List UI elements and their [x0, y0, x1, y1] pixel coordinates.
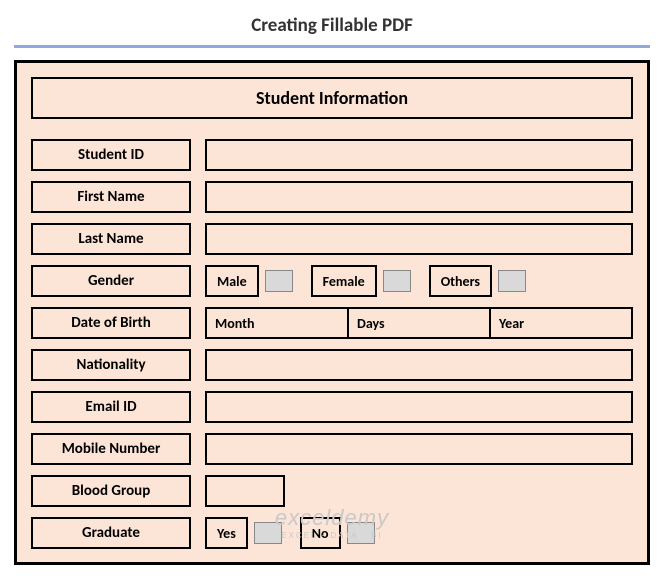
gender-female-label: Female [311, 265, 377, 297]
gender-female-checkbox[interactable] [383, 270, 411, 292]
row-blood-group: Blood Group [31, 475, 633, 507]
gender-male: Male [205, 265, 293, 297]
section-title: Student Information [31, 77, 633, 119]
gender-options: Male Female Others [205, 265, 633, 297]
graduate-no: No [300, 517, 375, 549]
field-mobile[interactable] [205, 433, 633, 465]
graduate-yes: Yes [205, 517, 282, 549]
graduate-yes-checkbox[interactable] [254, 522, 282, 544]
label-graduate: Graduate [31, 517, 191, 549]
label-email: Email ID [31, 391, 191, 423]
graduate-no-checkbox[interactable] [347, 522, 375, 544]
gender-others-checkbox[interactable] [498, 270, 526, 292]
row-first-name: First Name [31, 181, 633, 213]
row-graduate: Graduate Yes No [31, 517, 633, 549]
row-gender: Gender Male Female Others [31, 265, 633, 297]
graduate-yes-label: Yes [205, 517, 248, 549]
label-last-name: Last Name [31, 223, 191, 255]
page-title: Creating Fillable PDF [0, 0, 664, 45]
dob-fields: Month Days Year [205, 307, 633, 339]
field-blood-group[interactable] [205, 475, 285, 507]
label-dob: Date of Birth [31, 307, 191, 339]
label-mobile: Mobile Number [31, 433, 191, 465]
row-student-id: Student ID [31, 139, 633, 171]
label-blood-group: Blood Group [31, 475, 191, 507]
graduate-options: Yes No [205, 517, 633, 549]
label-student-id: Student ID [31, 139, 191, 171]
row-last-name: Last Name [31, 223, 633, 255]
row-dob: Date of Birth Month Days Year [31, 307, 633, 339]
dob-month[interactable]: Month [205, 307, 349, 339]
graduate-no-label: No [300, 517, 341, 549]
field-email[interactable] [205, 391, 633, 423]
row-email: Email ID [31, 391, 633, 423]
label-gender: Gender [31, 265, 191, 297]
gender-female: Female [311, 265, 411, 297]
gender-male-checkbox[interactable] [265, 270, 293, 292]
field-last-name[interactable] [205, 223, 633, 255]
title-underline [14, 45, 650, 48]
label-first-name: First Name [31, 181, 191, 213]
dob-days[interactable]: Days [349, 307, 491, 339]
gender-others-label: Others [429, 265, 492, 297]
gender-others: Others [429, 265, 526, 297]
row-nationality: Nationality [31, 349, 633, 381]
field-student-id[interactable] [205, 139, 633, 171]
form-container: Student Information Student ID First Nam… [14, 60, 650, 565]
field-first-name[interactable] [205, 181, 633, 213]
gender-male-label: Male [205, 265, 259, 297]
field-nationality[interactable] [205, 349, 633, 381]
dob-year[interactable]: Year [491, 307, 633, 339]
label-nationality: Nationality [31, 349, 191, 381]
row-mobile: Mobile Number [31, 433, 633, 465]
